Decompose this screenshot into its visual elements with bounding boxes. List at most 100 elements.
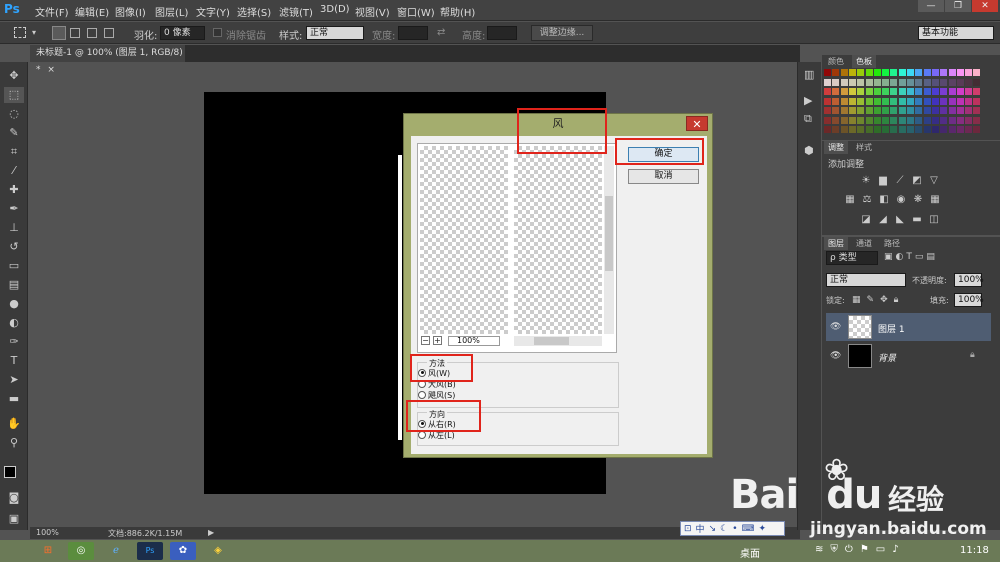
color-swatch[interactable] bbox=[907, 88, 914, 95]
color-swatch[interactable] bbox=[973, 126, 981, 133]
close-window-button[interactable]: ✕ bbox=[972, 0, 998, 12]
menu-image[interactable]: 图像(I) bbox=[115, 4, 146, 19]
flag-icon[interactable]: ⚑ bbox=[860, 544, 869, 555]
color-swatch[interactable] bbox=[907, 107, 914, 114]
photo-filter-icon[interactable]: ◉ bbox=[895, 194, 907, 205]
preview-vscrollbar[interactable] bbox=[604, 146, 614, 334]
play-arrow-icon[interactable]: ▶ bbox=[208, 528, 214, 537]
clone-stamp-icon[interactable]: ⊥ bbox=[4, 220, 24, 236]
color-swatch[interactable] bbox=[931, 107, 939, 114]
path-select-icon[interactable]: ➤ bbox=[4, 372, 24, 388]
width-input[interactable] bbox=[398, 26, 428, 40]
color-swatch[interactable] bbox=[898, 97, 906, 105]
color-swatch[interactable] bbox=[907, 78, 914, 86]
color-swatch[interactable] bbox=[931, 116, 939, 124]
brush-tool-icon[interactable]: ✒ bbox=[4, 201, 24, 217]
color-swatch[interactable] bbox=[915, 107, 923, 114]
smart-filter-icon[interactable]: ▤ bbox=[926, 252, 935, 262]
color-swatch[interactable] bbox=[973, 88, 981, 95]
display-icon[interactable]: ▭ bbox=[876, 544, 885, 555]
color-swatch[interactable] bbox=[857, 88, 865, 95]
pixel-filter-icon[interactable]: ▣ bbox=[884, 252, 893, 262]
color-swatch[interactable] bbox=[857, 69, 865, 76]
color-swatch[interactable] bbox=[898, 78, 906, 86]
color-swatch[interactable] bbox=[931, 88, 939, 95]
color-swatch[interactable] bbox=[915, 69, 923, 76]
color-swatch[interactable] bbox=[973, 78, 981, 86]
color-swatch[interactable] bbox=[832, 126, 840, 133]
color-swatch[interactable] bbox=[973, 107, 981, 114]
color-swatch[interactable] bbox=[931, 97, 939, 105]
color-swatch[interactable] bbox=[973, 69, 981, 76]
color-swatch[interactable] bbox=[873, 126, 881, 133]
foreground-color-swatch[interactable] bbox=[4, 466, 16, 478]
color-swatch[interactable] bbox=[848, 88, 856, 95]
chevron-down-icon[interactable]: ▾ bbox=[32, 28, 36, 37]
color-swatch[interactable] bbox=[882, 97, 890, 105]
preview-zoom-field[interactable]: 100% bbox=[448, 336, 500, 346]
color-swatch[interactable] bbox=[857, 116, 865, 124]
tab-layers[interactable]: 图层 bbox=[824, 237, 848, 250]
layer-name[interactable]: 图层 1 bbox=[878, 322, 905, 335]
pen-tool-icon[interactable]: ✑ bbox=[4, 334, 24, 350]
color-swatch[interactable] bbox=[956, 107, 964, 114]
tab-adjustments[interactable]: 调整 bbox=[824, 141, 848, 154]
color-swatch[interactable] bbox=[873, 88, 881, 95]
color-swatch[interactable] bbox=[848, 107, 856, 114]
zoom-out-button[interactable]: − bbox=[421, 336, 430, 345]
color-swatch[interactable] bbox=[824, 78, 831, 86]
dodge-tool-icon[interactable]: ◐ bbox=[4, 315, 24, 331]
lock-pixels-icon[interactable]: ▦ bbox=[852, 295, 861, 305]
properties-panel-icon[interactable]: ⧉ bbox=[804, 112, 812, 126]
fill-input[interactable]: 100% bbox=[954, 293, 984, 307]
wifi-icon[interactable]: ≋ bbox=[815, 544, 823, 555]
color-swatch[interactable] bbox=[956, 97, 964, 105]
rectangle-tool-icon[interactable]: ▬ bbox=[4, 391, 24, 407]
opacity-input[interactable]: 100% bbox=[954, 273, 984, 287]
start-button-icon[interactable]: ⊞ bbox=[35, 542, 61, 560]
document-info[interactable]: 文档:886.2K/1.15M bbox=[108, 528, 182, 539]
color-swatch[interactable] bbox=[915, 126, 923, 133]
color-swatch[interactable] bbox=[824, 107, 831, 114]
color-swatch[interactable] bbox=[840, 78, 848, 86]
power-icon[interactable]: ⏻ bbox=[845, 544, 853, 555]
height-input[interactable] bbox=[487, 26, 517, 40]
quick-mask-icon[interactable]: ◙ bbox=[4, 490, 24, 506]
scroll-thumb[interactable] bbox=[534, 337, 569, 345]
ime-dot-icon[interactable]: • bbox=[732, 524, 737, 534]
menu-help[interactable]: 帮助(H) bbox=[440, 4, 475, 19]
color-swatch[interactable] bbox=[965, 97, 973, 105]
color-swatch[interactable] bbox=[848, 78, 856, 86]
lock-paint-icon[interactable]: ✎ bbox=[867, 295, 875, 305]
add-selection-icon[interactable] bbox=[70, 28, 80, 38]
tab-paths[interactable]: 路径 bbox=[880, 237, 904, 250]
crop-tool-icon[interactable]: ⌗ bbox=[4, 144, 24, 160]
color-swatch[interactable] bbox=[898, 88, 906, 95]
color-swatch[interactable] bbox=[840, 69, 848, 76]
color-swatch[interactable] bbox=[940, 126, 948, 133]
workspace-select[interactable]: 基本功能 bbox=[918, 26, 994, 40]
color-swatch[interactable] bbox=[890, 69, 898, 76]
color-swatch[interactable] bbox=[948, 97, 956, 105]
desktop-label[interactable]: 桌面 bbox=[740, 545, 760, 560]
color-swatch[interactable] bbox=[840, 107, 848, 114]
taskbar-photoshop-icon[interactable]: Ps bbox=[137, 542, 163, 560]
color-swatch[interactable] bbox=[965, 69, 973, 76]
eraser-tool-icon[interactable]: ▭ bbox=[4, 258, 24, 274]
zoom-level[interactable]: 100% bbox=[36, 528, 59, 537]
visibility-eye-icon[interactable]: 👁︎ bbox=[830, 322, 841, 332]
color-swatch[interactable] bbox=[940, 116, 948, 124]
scroll-thumb[interactable] bbox=[605, 196, 613, 271]
color-swatch[interactable] bbox=[857, 107, 865, 114]
color-swatch[interactable] bbox=[832, 107, 840, 114]
refine-edge-button[interactable]: 调整边缘... bbox=[531, 25, 593, 41]
gradient-map-icon[interactable]: ▬ bbox=[911, 214, 923, 225]
color-swatch[interactable] bbox=[973, 97, 981, 105]
tab-color[interactable]: 颜色 bbox=[824, 55, 848, 68]
type-filter-icon[interactable]: T bbox=[906, 252, 912, 262]
color-swatch[interactable] bbox=[923, 97, 931, 105]
color-swatch[interactable] bbox=[948, 126, 956, 133]
type-tool-icon[interactable]: T bbox=[4, 353, 24, 369]
selective-color-icon[interactable]: ◫ bbox=[928, 214, 940, 225]
color-swatch[interactable] bbox=[840, 126, 848, 133]
